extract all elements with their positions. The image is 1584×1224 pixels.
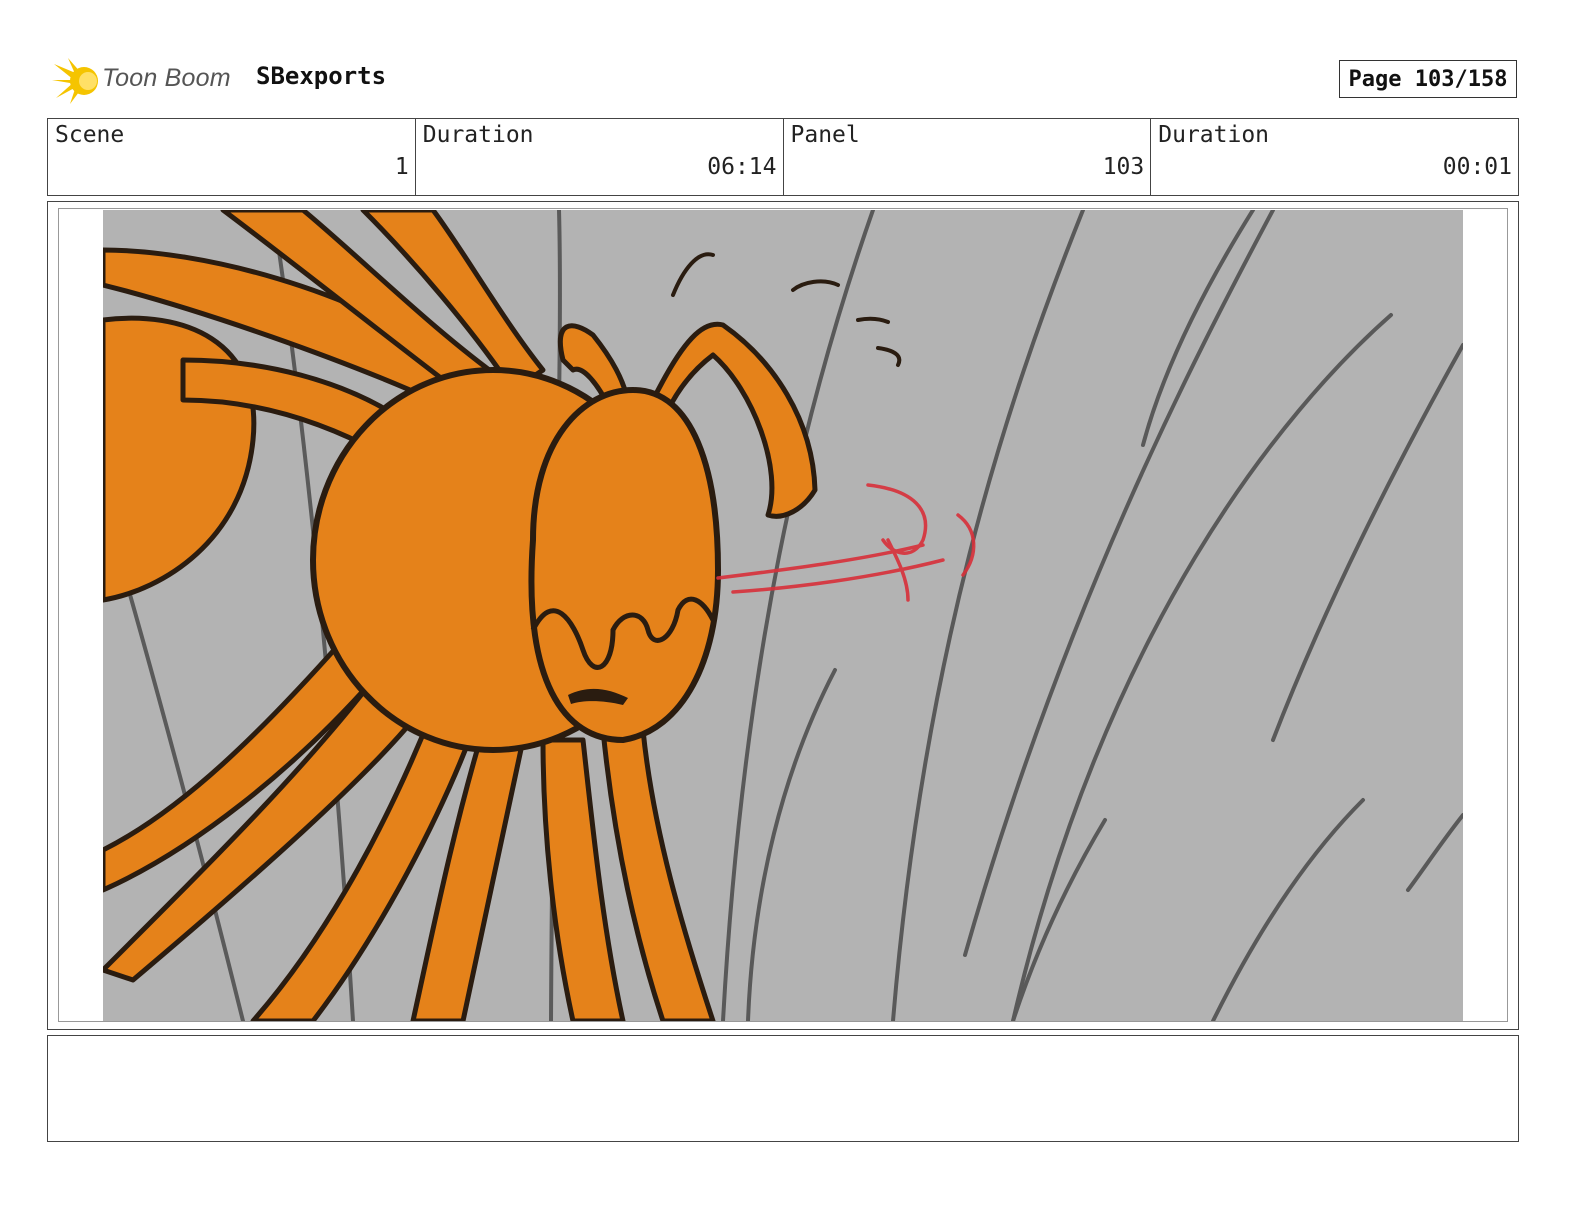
panel-notes-box [47, 1035, 1519, 1142]
storyboard-drawing [103, 210, 1463, 1021]
panel-duration-label: Duration [1158, 122, 1270, 148]
panel-value: 103 [1102, 154, 1145, 180]
character-sketch-image [103, 210, 1463, 1021]
logo-text: Toon Boom [102, 64, 231, 92]
panel-label: Panel [790, 122, 860, 148]
scene-duration-value: 06:14 [707, 154, 777, 180]
scene-label: Scene [55, 122, 125, 148]
scene-duration-cell: Duration 06:14 [416, 119, 784, 195]
scene-value: 1 [394, 154, 409, 180]
page-indicator: Page 103/158 [1339, 60, 1517, 98]
scene-cell: Scene 1 [48, 119, 416, 195]
panel-duration-value: 00:01 [1442, 154, 1512, 180]
panel-cell: Panel 103 [784, 119, 1152, 195]
panel-duration-cell: Duration 00:01 [1151, 119, 1518, 195]
page-label: Page 103/158 [1348, 66, 1508, 92]
project-name: SBexports [256, 62, 387, 90]
scene-duration-label: Duration [422, 122, 534, 148]
panel-info-table: Scene 1 Duration 06:14 Panel 103 Duratio… [47, 118, 1519, 196]
